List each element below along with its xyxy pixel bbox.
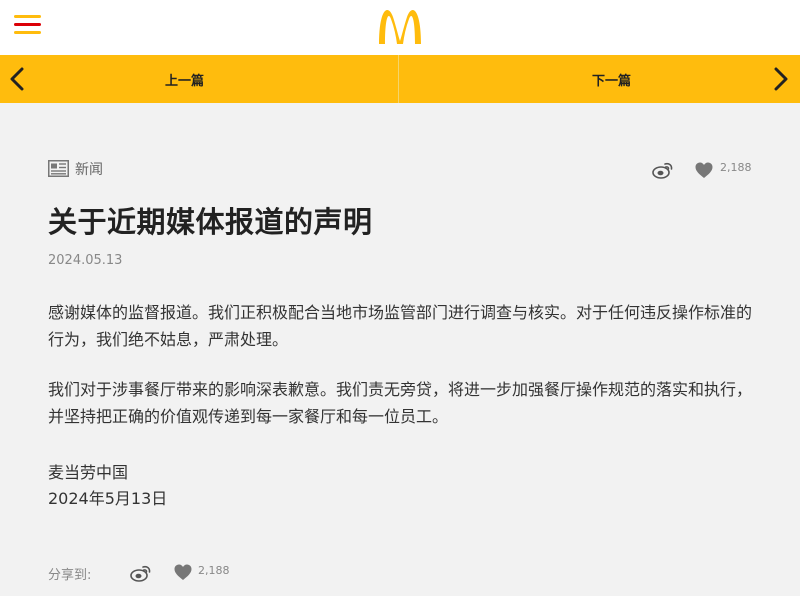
- mcdonalds-logo-icon[interactable]: [377, 5, 423, 45]
- article-signature: 麦当劳中国: [48, 463, 129, 482]
- article-title: 关于近期媒体报道的声明: [48, 205, 373, 239]
- weibo-icon[interactable]: [652, 161, 674, 179]
- chevron-right-icon: [774, 67, 788, 91]
- share-label: 分享到:: [48, 568, 92, 583]
- like-count: 2,188: [198, 564, 230, 577]
- chevron-left-icon: [10, 67, 24, 91]
- next-article-label: 下一篇: [592, 74, 632, 89]
- newspaper-icon: [48, 160, 69, 177]
- heart-icon[interactable]: [695, 162, 713, 179]
- previous-article-button[interactable]: 上一篇: [0, 55, 398, 103]
- weibo-icon[interactable]: [130, 564, 152, 582]
- article-paragraph: 感谢媒体的监督报道。我们正积极配合当地市场监管部门进行调查与核实。对于任何违反操…: [48, 303, 753, 349]
- article-paragraph: 我们对于涉事餐厅带来的影响深表歉意。我们责无旁贷，将进一步加强餐厅操作规范的落实…: [48, 380, 753, 426]
- article-navigation-bar: 上一篇 下一篇: [0, 55, 800, 103]
- like-count: 2,188: [720, 161, 752, 174]
- share-bar-bottom: 分享到: 2,188: [48, 561, 348, 583]
- share-bar-top: 2,188: [650, 158, 760, 180]
- category-label: 新闻: [75, 162, 103, 178]
- next-article-button[interactable]: 下一篇: [399, 55, 800, 103]
- article-date: 2024.05.13: [48, 253, 123, 268]
- heart-icon[interactable]: [174, 564, 192, 581]
- article-signature-date: 2024年5月13日: [48, 489, 168, 508]
- previous-article-label: 上一篇: [165, 74, 205, 89]
- hamburger-menu-icon[interactable]: [14, 13, 41, 37]
- top-header: [0, 0, 800, 55]
